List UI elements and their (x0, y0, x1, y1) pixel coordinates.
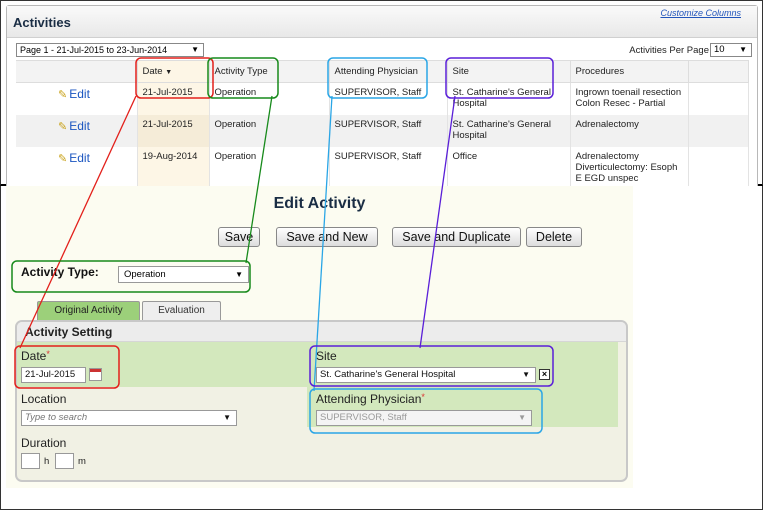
activities-panel: Activities Customize Columns Page 1 - 21… (0, 0, 763, 188)
per-page-label: Activities Per Page (629, 45, 709, 56)
activity-type-select[interactable]: Operation ▼ (118, 266, 249, 283)
site-select[interactable]: St. Catharine's General Hospital ▼ (316, 367, 536, 383)
cell-site: Office (447, 146, 571, 188)
clear-site-icon[interactable]: × (539, 369, 550, 380)
page-range-select[interactable]: Page 1 - 21-Jul-2015 to 23-Jun-2014 ▼ (16, 43, 204, 57)
save-and-new-button[interactable]: Save and New (276, 227, 378, 247)
cell-procedures: Ingrown toenail resection Colon Resec - … (570, 82, 689, 115)
location-placeholder: Type to search (25, 412, 88, 423)
minutes-unit: m (78, 456, 86, 467)
location-input[interactable]: Type to search ▼ (21, 410, 237, 426)
edit-link[interactable]: ✎ Edit (16, 114, 138, 147)
activities-title: Activities (13, 15, 71, 30)
site-label: Site (316, 349, 337, 363)
chevron-down-icon: ▼ (518, 413, 526, 422)
col-date-header[interactable]: Date ▼ (137, 60, 210, 83)
edit-link[interactable]: ✎ Edit (16, 82, 138, 115)
chevron-down-icon: ▼ (522, 370, 530, 379)
physician-value: SUPERVISOR, Staff (320, 412, 407, 423)
edit-activity-panel: Edit Activity Save Save and New Save and… (0, 186, 763, 510)
table-row: ✎ Edit 21-Jul-2015 Operation SUPERVISOR, … (16, 82, 749, 115)
physician-label: Attending Physician* (316, 392, 425, 406)
pencil-icon: ✎ (58, 152, 68, 165)
site-value: St. Catharine's General Hospital (320, 369, 456, 380)
cell-date: 21-Jul-2015 (137, 82, 210, 115)
edit-link[interactable]: ✎ Edit (16, 146, 138, 188)
table-row: ✎ Edit 21-Jul-2015 Operation SUPERVISOR, … (16, 114, 749, 147)
cell-extra (688, 82, 749, 115)
activities-header: Activities Customize Columns (7, 6, 757, 38)
customize-columns-link[interactable]: Customize Columns (660, 8, 741, 18)
col-extra (688, 60, 749, 83)
per-page-value: 10 (714, 44, 725, 55)
required-marker: * (46, 349, 50, 359)
cell-extra (688, 114, 749, 147)
chevron-down-icon: ▼ (235, 270, 243, 279)
tab-original-activity[interactable]: Original Activity (37, 301, 140, 320)
section-title: Activity Setting (17, 322, 626, 342)
save-button[interactable]: Save (218, 227, 260, 247)
cell-procedures: Adrenalectomy Diverticulectomy: Esoph E … (570, 146, 689, 188)
tab-evaluation[interactable]: Evaluation (142, 301, 221, 320)
activities-box: Activities Customize Columns Page 1 - 21… (6, 5, 758, 188)
chevron-down-icon: ▼ (739, 45, 747, 54)
sort-desc-icon: ▼ (165, 69, 173, 76)
physician-select[interactable]: SUPERVISOR, Staff ▼ (316, 410, 532, 426)
table-header-row: Date ▼ Activity Type Attending Physician… (16, 60, 749, 83)
duration-hours-input[interactable] (21, 453, 40, 469)
cell-date: 19-Aug-2014 (137, 146, 210, 188)
required-marker: * (421, 392, 425, 402)
duration-label: Duration (21, 436, 67, 450)
col-edit (16, 60, 138, 83)
cell-site: St. Catharine's General Hospital (447, 114, 571, 147)
page-title: Edit Activity (273, 195, 366, 212)
date-field[interactable]: 21-Jul-2015 (21, 367, 86, 383)
activity-type-label: Activity Type: (21, 265, 99, 279)
cell-date: 21-Jul-2015 (137, 114, 210, 147)
col-physician-header[interactable]: Attending Physician (329, 60, 448, 83)
calendar-icon[interactable] (89, 368, 102, 381)
col-type-header[interactable]: Activity Type (209, 60, 330, 83)
col-site-header[interactable]: Site (447, 60, 571, 83)
pencil-icon: ✎ (58, 89, 68, 101)
cell-type: Operation (209, 82, 330, 115)
cell-physician: SUPERVISOR, Staff (329, 114, 448, 147)
cell-type: Operation (209, 114, 330, 147)
chevron-down-icon: ▼ (191, 45, 199, 54)
cell-physician: SUPERVISOR, Staff (329, 82, 448, 115)
pencil-icon: ✎ (58, 120, 68, 133)
activity-type-value: Operation (124, 269, 166, 280)
chevron-down-icon: ▼ (223, 413, 231, 422)
duration-minutes-input[interactable] (55, 453, 74, 469)
edit-activity-form: Edit Activity Save Save and New Save and… (6, 186, 633, 488)
date-label: Date* (21, 349, 50, 363)
cell-extra (688, 146, 749, 188)
per-page-select[interactable]: 10 ▼ (710, 43, 752, 57)
cell-procedures: Adrenalectomy (570, 114, 689, 147)
activities-table: Date ▼ Activity Type Attending Physician… (16, 60, 749, 188)
col-procedures-header[interactable]: Procedures (570, 60, 689, 83)
delete-button[interactable]: Delete (526, 227, 582, 247)
page-range-value: Page 1 - 21-Jul-2015 to 23-Jun-2014 (20, 45, 168, 55)
cell-site: St. Catharine's General Hospital (447, 82, 571, 115)
table-row: ✎ Edit 19-Aug-2014 Operation SUPERVISOR, … (16, 146, 749, 188)
cell-physician: SUPERVISOR, Staff (329, 146, 448, 188)
location-label: Location (21, 392, 67, 406)
save-and-duplicate-button[interactable]: Save and Duplicate (392, 227, 521, 247)
cell-type: Operation (209, 146, 330, 188)
hours-unit: h (44, 456, 50, 467)
